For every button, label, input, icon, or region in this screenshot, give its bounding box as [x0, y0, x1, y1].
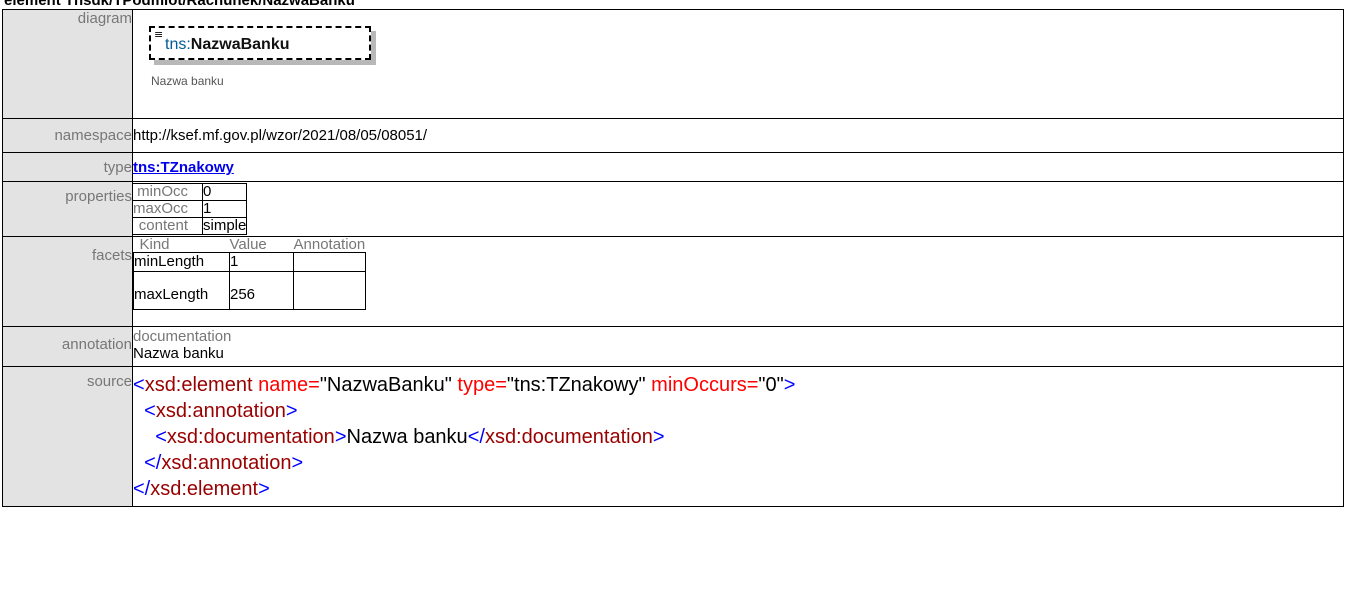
source-line: <xsd:annotation>: [133, 398, 1343, 424]
facet-annotation: [293, 271, 366, 310]
property-value: simple: [202, 217, 248, 235]
property-key: minOcc: [131, 183, 204, 201]
namespace-value: http://ksef.mf.gov.pl/wzor/2021/08/05/08…: [132, 118, 1344, 153]
label-annotation: annotation: [2, 326, 133, 367]
facets-header: Kind Value Annotation: [134, 237, 366, 253]
facet-row: minLength 1: [133, 252, 366, 272]
facet-kind: maxLength: [133, 271, 230, 310]
facet-value: 1: [229, 252, 294, 272]
facet-annotation: [293, 252, 366, 272]
element-local-name: NazwaBanku: [190, 36, 290, 53]
facets-header-value: Value: [229, 236, 267, 253]
label-type: type: [2, 152, 133, 182]
element-doc-table: diagram ≡ tns:NazwaBanku Nazwa banku nam…: [2, 9, 1344, 507]
row-facets: facets Kind Value Annotation minLength 1…: [2, 236, 1344, 327]
xml-attr-value: "0": [758, 374, 784, 396]
xml-documentation-close: </xsd:documentation>: [467, 426, 665, 448]
facet-row: maxLength 256: [133, 271, 366, 310]
xml-documentation-open: <xsd:documentation>: [155, 426, 347, 448]
label-source: source: [2, 366, 133, 507]
element-node[interactable]: ≡ tns:NazwaBanku: [149, 26, 371, 60]
xml-tag-open: <xsd:element: [133, 374, 253, 396]
xml-annotation-open: <xsd:annotation>: [144, 400, 298, 422]
label-namespace: namespace: [2, 118, 133, 153]
type-link[interactable]: tns:TZnakowy: [133, 159, 234, 176]
annotation-text: Nazwa banku: [133, 345, 224, 362]
xml-text: Nazwa banku: [346, 426, 468, 448]
facet-value: 256: [229, 271, 294, 310]
annotation-kind: documentation: [133, 328, 232, 345]
row-properties: properties minOcc 0 maxOcc 1 content simple: [2, 181, 1344, 237]
page-title: element Tnsdk/TPodmiot/Rachunek/NazwaBan…: [4, 0, 355, 9]
properties-table: minOcc 0 maxOcc 1 content simple: [131, 183, 248, 235]
property-row: minOcc 0: [131, 183, 248, 201]
xml-attr-type: type=: [457, 374, 507, 396]
list-lines-icon: ≡: [154, 28, 164, 41]
label-properties: properties: [2, 181, 133, 237]
property-row: content simple: [131, 217, 248, 235]
label-facets: facets: [2, 236, 133, 327]
property-value: 1: [202, 200, 248, 218]
row-type: type tns:TZnakowy: [2, 152, 1344, 182]
source-line: </xsd:element>: [133, 476, 1343, 502]
property-key: maxOcc: [131, 200, 204, 218]
diagram-documentation: Nazwa banku: [151, 74, 224, 88]
xml-attr-value: "tns:TZnakowy": [506, 374, 646, 396]
element-prefix: tns:: [165, 36, 191, 53]
property-row: maxOcc 1: [131, 200, 248, 218]
source-code: <xsd:element name="NazwaBanku" type="tns…: [133, 367, 1343, 506]
row-annotation: annotation documentation Nazwa banku: [2, 326, 1344, 367]
element-diagram: ≡ tns:NazwaBanku Nazwa banku: [133, 10, 1343, 118]
source-line: </xsd:annotation>: [133, 450, 1343, 476]
element-node-name: tns:NazwaBanku: [165, 36, 290, 54]
row-namespace: namespace http://ksef.mf.gov.pl/wzor/202…: [2, 118, 1344, 153]
label-diagram: diagram: [2, 9, 133, 119]
facet-kind: minLength: [133, 252, 230, 272]
xml-element-close: </xsd:element>: [133, 478, 270, 500]
facets-header-annotation: Annotation: [293, 236, 366, 253]
xml-tag-close: >: [783, 374, 796, 396]
xml-attr-value: "NazwaBanku": [319, 374, 452, 396]
xml-attr-name: name=: [258, 374, 320, 396]
source-line: <xsd:documentation>Nazwa banku</xsd:docu…: [133, 424, 1343, 450]
source-line: <xsd:element name="NazwaBanku" type="tns…: [133, 372, 1343, 398]
property-key: content: [131, 217, 204, 235]
row-diagram: diagram ≡ tns:NazwaBanku Nazwa banku: [2, 9, 1344, 119]
facets-header-kind: Kind: [139, 236, 170, 253]
xml-annotation-close: </xsd:annotation>: [144, 452, 304, 474]
row-source: source <xsd:element name="NazwaBanku" ty…: [2, 366, 1344, 507]
property-value: 0: [202, 183, 248, 201]
facets-table: Kind Value Annotation minLength 1 maxLen…: [133, 237, 366, 310]
xml-attr-minoccurs: minOccurs=: [651, 374, 759, 396]
